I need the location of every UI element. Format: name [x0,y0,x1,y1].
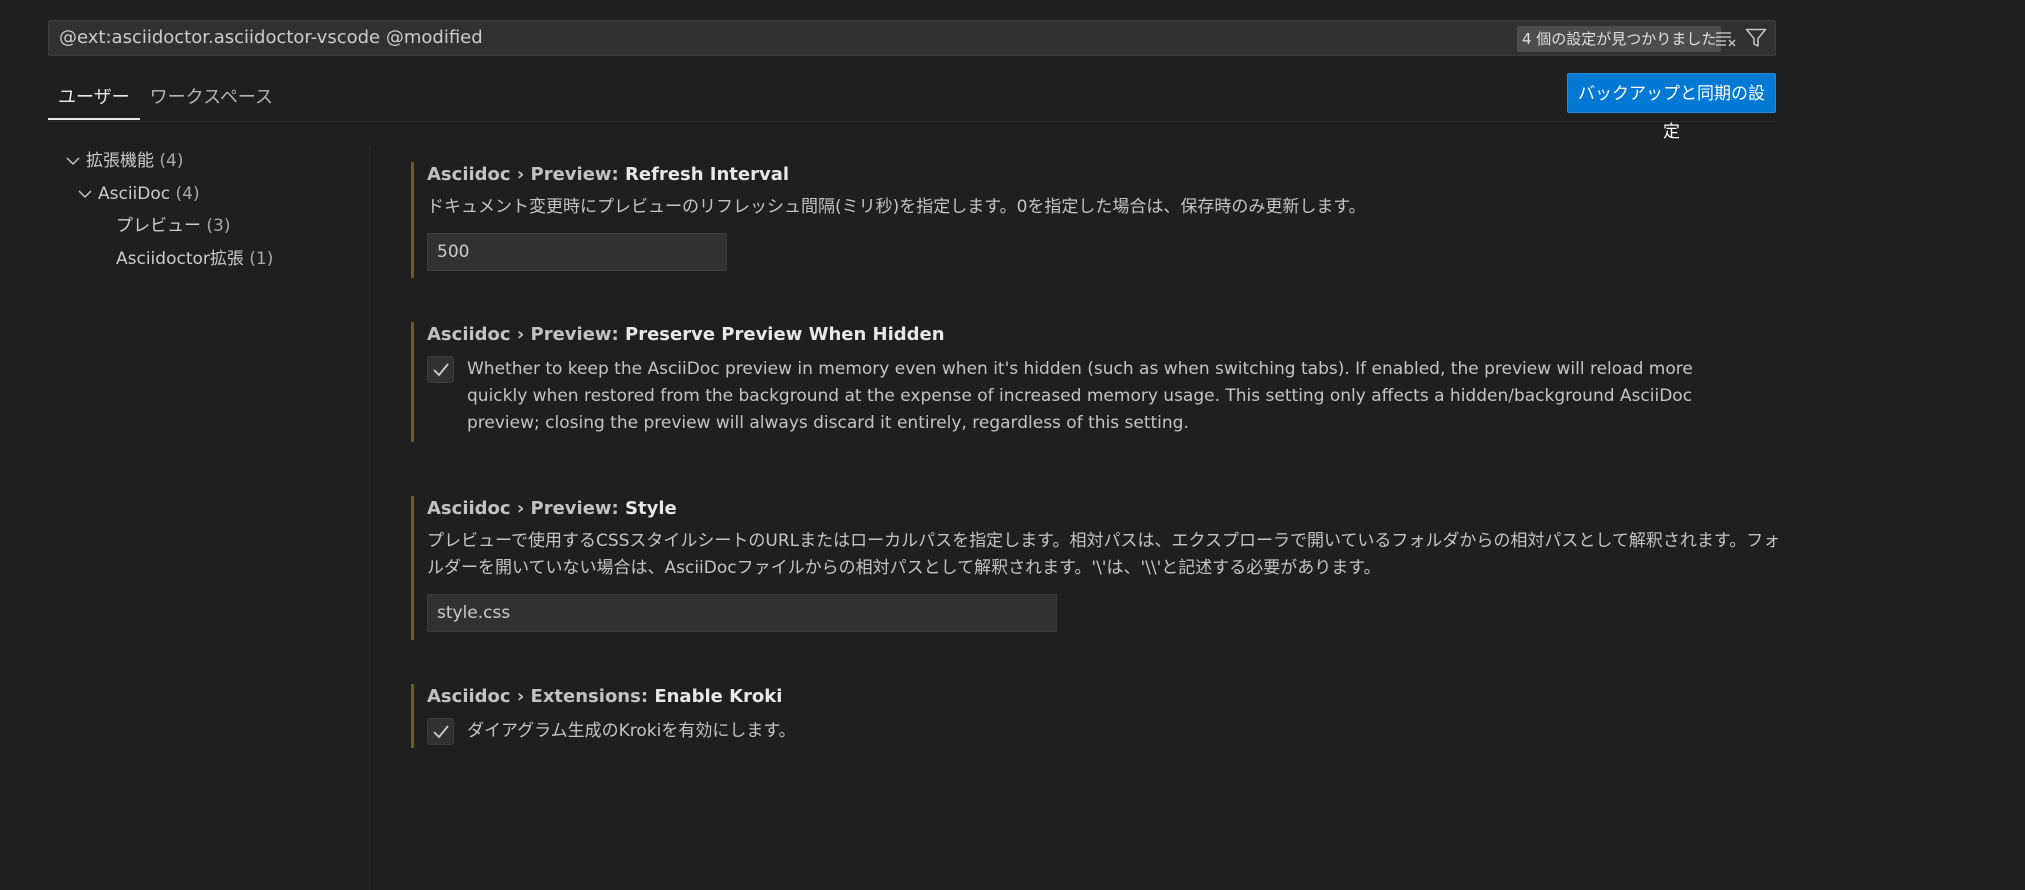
setting-name: Preserve Preview When Hidden [625,324,945,345]
settings-search-bar: 4 個の設定が見つかりました [48,20,1776,56]
setting-category: Asciidoc › Extensions: [427,686,655,707]
setting-title: Asciidoc › Preview: Style [427,496,1787,522]
setting-checkbox-row: ダイアグラム生成のKrokiを有効にします。 [427,718,1727,745]
setting-title: Asciidoc › Extensions: Enable Kroki [427,684,1727,710]
clear-filter-icon[interactable] [1713,25,1739,51]
setting-preserve-preview-when-hidden: Asciidoc › Preview: Preserve Preview Whe… [411,322,1747,442]
toc-item-label: Asciidoctor拡張 [116,249,244,269]
refresh-interval-input[interactable] [427,233,727,271]
chevron-down-icon [78,179,98,209]
setting-name: Enable Kroki [654,686,783,707]
setting-enable-kroki: Asciidoc › Extensions: Enable Kroki ダイアグ… [411,684,1727,748]
setting-description: ダイアグラム生成のKrokiを有効にします。 [467,721,796,741]
toc-item-count: (3) [206,216,231,236]
setting-description: ドキュメント変更時にプレビューのリフレッシュ間隔(ミリ秒)を指定します。0を指定… [427,197,1366,217]
toc-item-extensions[interactable]: 拡張機能 (4) [66,146,184,176]
checkmark-icon [432,724,449,738]
toc-item-label: AsciiDoc [98,184,171,204]
preserve-preview-checkbox[interactable] [427,356,454,383]
setting-title: Asciidoc › Preview: Refresh Interval [427,162,1782,188]
setting-description: プレビューで使用するCSSスタイルシートのURLまたはローカルパスを指定します。… [427,531,1781,578]
checkmark-icon [432,362,449,376]
backup-sync-settings-button[interactable]: バックアップと同期の設定 [1567,73,1776,142]
tab-workspace[interactable]: ワークスペース [140,80,283,120]
setting-checkbox-row: Whether to keep the AsciiDoc preview in … [427,356,1747,437]
filter-icon[interactable] [1743,25,1769,51]
setting-name: Style [625,498,677,519]
toc-splitter[interactable] [369,146,370,890]
settings-scope-tabs: ユーザー ワークスペース [48,80,283,120]
toc-item-count: (4) [175,184,200,204]
setting-name: Refresh Interval [625,164,790,185]
style-path-input[interactable] [427,594,1057,632]
search-actions [1713,25,1769,51]
tabs-divider [48,121,1776,122]
setting-category: Asciidoc › Preview: [427,164,626,185]
setting-title: Asciidoc › Preview: Preserve Preview Whe… [427,322,1747,348]
toc-item-label: 拡張機能 [86,151,154,171]
setting-style: Asciidoc › Preview: Style プレビューで使用するCSSス… [411,496,1787,640]
chevron-down-icon [66,146,86,176]
settings-search-input[interactable] [59,21,1509,55]
setting-category: Asciidoc › Preview: [427,498,626,519]
toc-item-asciidoctor-extensions[interactable]: Asciidoctor拡張 (1) [116,244,273,274]
setting-category: Asciidoc › Preview: [427,324,626,345]
toc-item-count: (4) [159,151,184,171]
toc-item-label: プレビュー [116,216,201,236]
setting-refresh-interval: Asciidoc › Preview: Refresh Interval ドキュ… [411,162,1782,278]
toc-item-asciidoc[interactable]: AsciiDoc (4) [78,179,200,209]
enable-kroki-checkbox[interactable] [427,718,454,745]
toc-item-preview[interactable]: プレビュー (3) [116,211,231,241]
search-result-count-badge: 4 個の設定が見つかりました [1517,26,1722,52]
setting-description: Whether to keep the AsciiDoc preview in … [467,359,1693,433]
tab-user[interactable]: ユーザー [48,80,140,120]
toc-item-count: (1) [249,249,274,269]
